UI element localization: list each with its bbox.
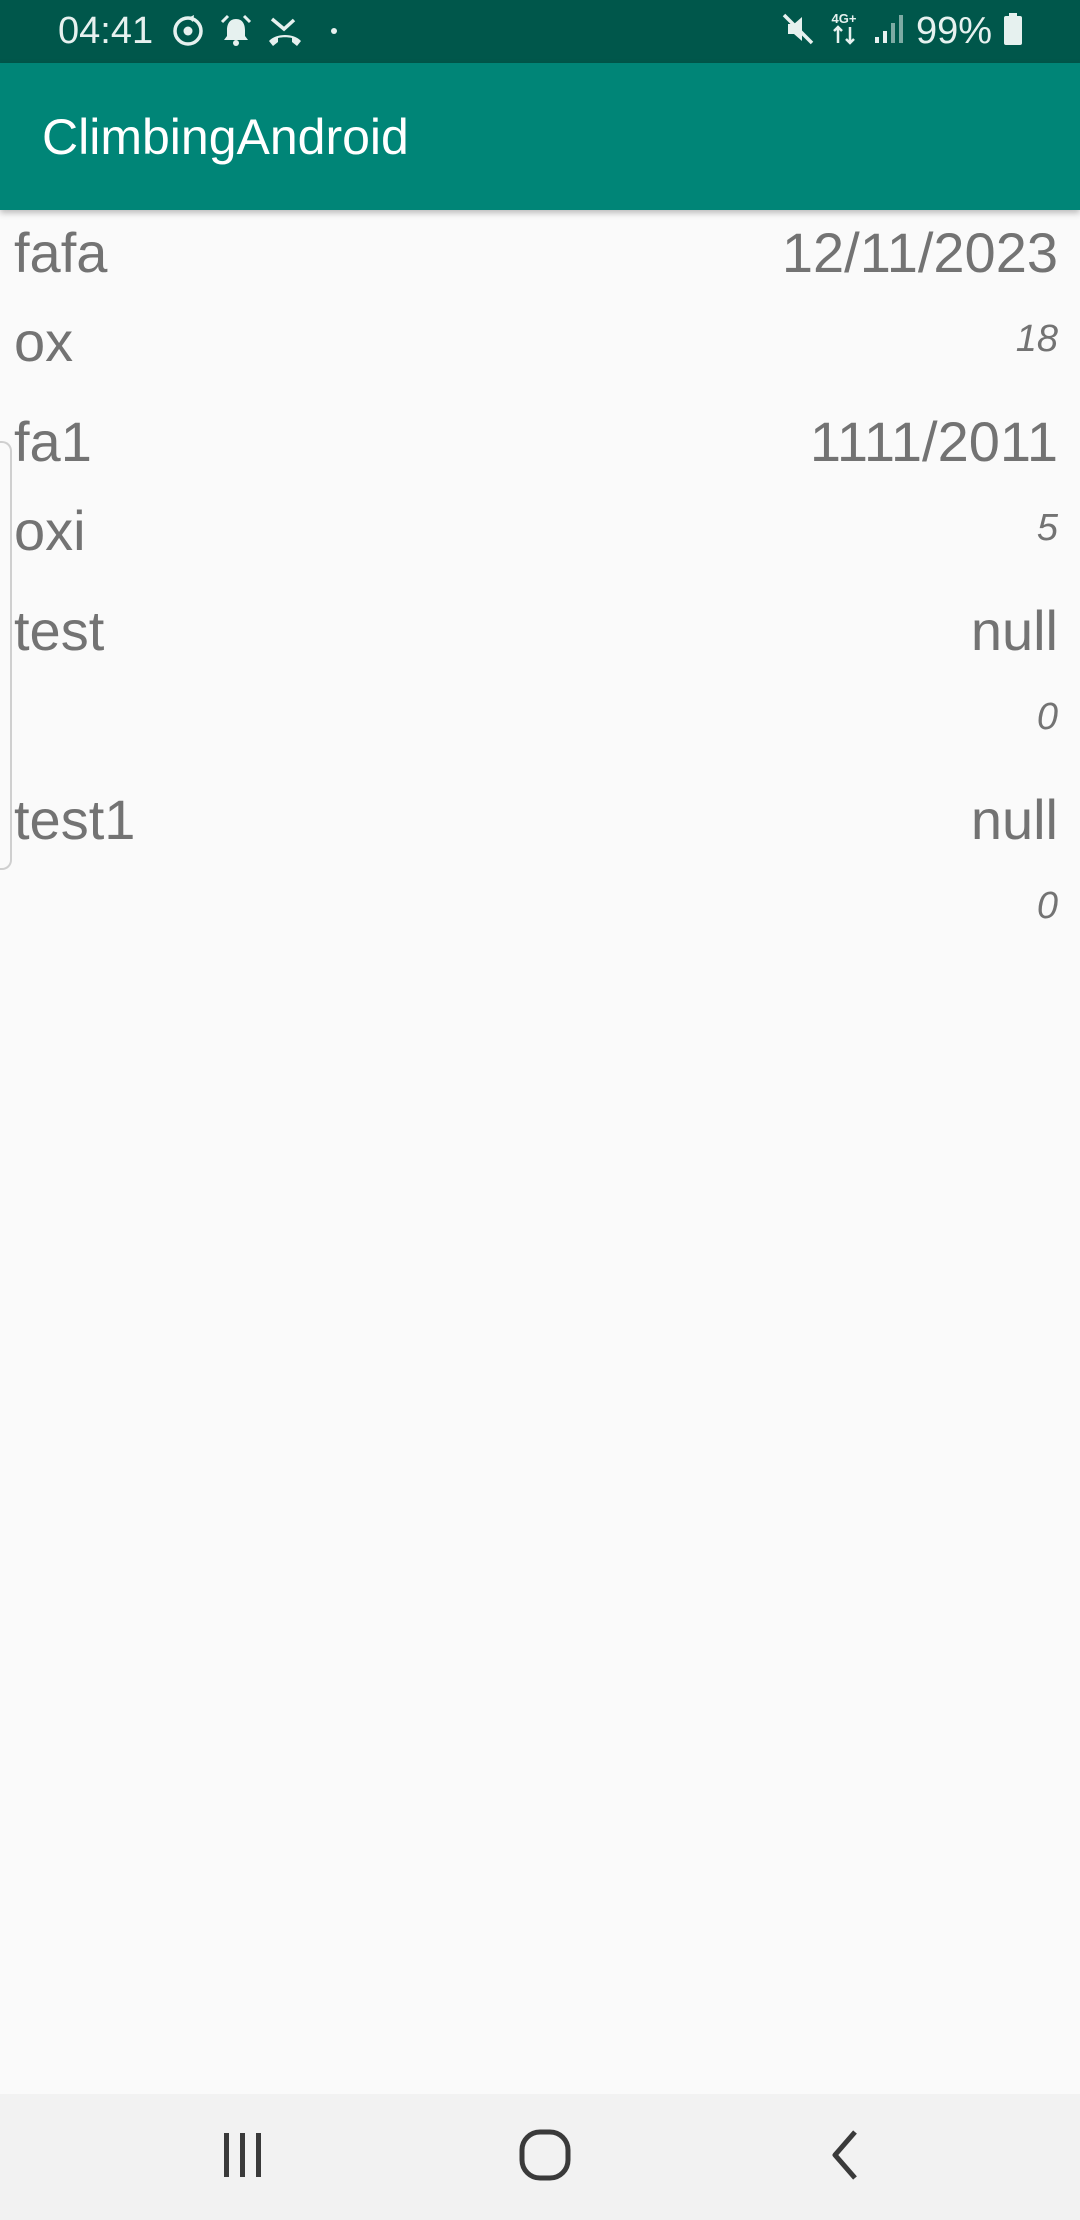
recents-button[interactable]: [163, 2094, 323, 2220]
item-subtitle: ox: [14, 310, 74, 373]
svg-text:4G+: 4G+: [831, 11, 856, 26]
status-system-icons: 4G+ 99%: [780, 8, 1024, 54]
item-name: test1: [14, 788, 136, 851]
item-count: 0: [1036, 885, 1058, 927]
item-subtitle: oxi: [14, 499, 86, 562]
item-date: null: [970, 788, 1058, 851]
status-bar: 04:41 4G+ 99%: [0, 0, 1080, 63]
home-icon: [517, 2127, 573, 2188]
edge-panel-handle[interactable]: [0, 441, 12, 870]
back-icon: [825, 2127, 865, 2188]
list-item[interactable]: fa1 1111/2011 oxi 5: [0, 399, 1080, 588]
sync-icon: [170, 13, 206, 49]
alarm-icon: [218, 13, 254, 49]
battery-icon: [1002, 11, 1024, 52]
home-button[interactable]: [465, 2094, 625, 2220]
status-notification-icons: [170, 10, 352, 52]
list-item[interactable]: fafa 12/11/2023 ox 18: [0, 210, 1080, 399]
status-time: 04:41: [58, 10, 154, 52]
item-count: 0: [1036, 696, 1058, 738]
item-name: test: [14, 599, 105, 662]
signal-icon: [872, 11, 906, 52]
list-item[interactable]: test1 null 0: [0, 777, 1080, 966]
screen: 04:41 4G+ 99% ClimbingAndroid fafa 12/11…: [0, 0, 1080, 2220]
recents-icon: [220, 2129, 266, 2186]
item-date: 1111/2011: [809, 410, 1058, 473]
item-count: 18: [1015, 318, 1058, 360]
battery-percent: 99%: [915, 10, 992, 52]
missed-call-icon: [266, 13, 304, 49]
network-4g-icon: 4G+: [826, 9, 862, 54]
navigation-bar: [0, 2094, 1080, 2220]
climb-list: fafa 12/11/2023 ox 18 fa1 1111/2011 oxi …: [0, 210, 1080, 966]
item-date: null: [970, 599, 1058, 662]
mute-icon: [780, 11, 816, 52]
dot-icon: [316, 13, 352, 49]
item-count: 5: [1036, 507, 1058, 549]
item-date: 12/11/2023: [781, 221, 1058, 284]
app-title: ClimbingAndroid: [42, 109, 409, 165]
item-name: fa1: [14, 410, 92, 473]
list-item[interactable]: test null 0: [0, 588, 1080, 777]
item-name: fafa: [14, 221, 108, 284]
app-bar: ClimbingAndroid: [0, 63, 1080, 210]
back-button[interactable]: [765, 2094, 925, 2220]
